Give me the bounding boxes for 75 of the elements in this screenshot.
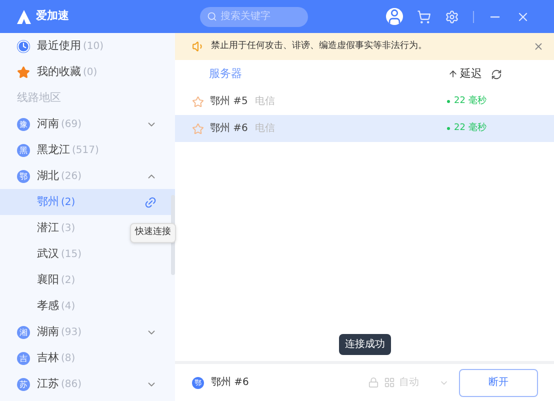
item-label: 江苏 — [37, 376, 59, 392]
item-label: 我的收藏 — [37, 64, 81, 80]
isp-label: 电信 — [254, 122, 276, 136]
item-label: 潜江 — [37, 220, 59, 236]
lock-icon[interactable] — [368, 377, 379, 388]
item-label: 最近使用 — [37, 38, 81, 54]
star-icon — [17, 66, 30, 78]
settings-icon[interactable] — [445, 10, 459, 24]
column-header[interactable]: 延迟 — [460, 66, 482, 82]
province-badge: 湘 — [17, 326, 30, 338]
province-badge: 吉 — [17, 352, 30, 364]
sidebar-item[interactable]: 最近使用 (10) — [0, 33, 175, 59]
grid-icon[interactable] — [384, 377, 395, 388]
item-count: (10) — [83, 40, 104, 54]
sidebar-item[interactable]: 吉 吉林 (8) — [0, 345, 175, 371]
province-badge: 鄂 — [17, 170, 30, 182]
province-badge: 黑 — [17, 144, 30, 156]
item-count: (15) — [61, 248, 82, 262]
sidebar-item[interactable]: 鄂 湖北 (26) — [0, 163, 175, 189]
star-icon[interactable] — [192, 96, 204, 108]
item-count: (8) — [61, 352, 76, 366]
avatar-icon[interactable] — [386, 8, 403, 25]
item-label: 孝感 — [37, 298, 59, 314]
item-label: 鄂州 — [37, 194, 59, 210]
server-name: 鄂州 #6 — [210, 122, 248, 136]
server-name: 鄂州 #5 — [210, 94, 248, 109]
star-icon[interactable] — [192, 122, 204, 134]
app-name: 爱加速 — [36, 8, 69, 24]
sidebar-item[interactable]: 我的收藏 (0) — [0, 59, 175, 85]
item-count: (517) — [72, 144, 99, 158]
notice-text: 禁止用于任何攻击、诽谤、编造虚假事实等非法行为。 — [211, 40, 428, 53]
sidebar-item[interactable]: 黑 黑龙江 (517) — [0, 137, 175, 163]
tooltip: 快速连接 — [130, 223, 176, 242]
sidebar-item[interactable]: 苏 江苏 (86) — [0, 371, 175, 397]
sidebar-item[interactable]: 湘 湖南 (93) — [0, 319, 175, 345]
province-badge: 豫 — [17, 118, 30, 130]
item-count: (0) — [83, 66, 98, 80]
item-count: (69) — [61, 118, 82, 132]
item-label: 襄阳 — [37, 272, 59, 288]
item-count: (2) — [61, 196, 76, 210]
sidebar-item[interactable]: 武汉 (15) — [0, 241, 175, 267]
item-label: 湖北 — [37, 168, 59, 184]
close-icon[interactable] — [533, 41, 544, 52]
item-label: 河南 — [37, 116, 59, 132]
sidebar-item[interactable]: 豫 河南 (69) — [0, 111, 175, 137]
search-input[interactable]: 搜索关键字 — [220, 9, 300, 24]
sidebar-item[interactable]: 襄阳 (2) — [0, 267, 175, 293]
province-badge: 苏 — [17, 378, 30, 390]
item-label: 武汉 — [37, 246, 59, 262]
isp-label: 电信 — [254, 94, 276, 109]
speaker-icon — [192, 40, 205, 53]
clock-icon — [17, 40, 30, 52]
item-count: (26) — [61, 170, 82, 184]
item-count: (86) — [61, 378, 82, 392]
refresh-icon[interactable] — [491, 68, 502, 80]
item-count: (2) — [61, 274, 76, 288]
item-count: (93) — [61, 326, 82, 340]
search-icon — [206, 11, 216, 22]
disconnect-button[interactable]: 断开 — [459, 368, 538, 396]
latency-text: 22 毫秒 — [454, 94, 488, 108]
cart-icon[interactable] — [417, 10, 431, 24]
sort-arrow-icon[interactable] — [448, 69, 458, 79]
search-field[interactable]: 搜索关键字 — [200, 6, 308, 26]
item-count: (4) — [61, 300, 76, 314]
toast: 连接成功 — [339, 334, 391, 355]
item-label: 黑龙江 — [37, 142, 70, 158]
logo-icon — [16, 8, 32, 24]
item-count: (3) — [61, 222, 76, 236]
server-row[interactable]: 鄂州 #6 电信 22 毫秒 — [175, 115, 554, 142]
item-label: 湖南 — [37, 324, 59, 340]
sidebar-item[interactable]: 孝感 (4) — [0, 293, 175, 319]
latency-text: 22 毫秒 — [454, 122, 488, 135]
server-name: 鄂州 #6 — [211, 376, 250, 390]
item-label: 吉林 — [37, 350, 59, 366]
section-label: 线路地区 — [17, 90, 61, 106]
